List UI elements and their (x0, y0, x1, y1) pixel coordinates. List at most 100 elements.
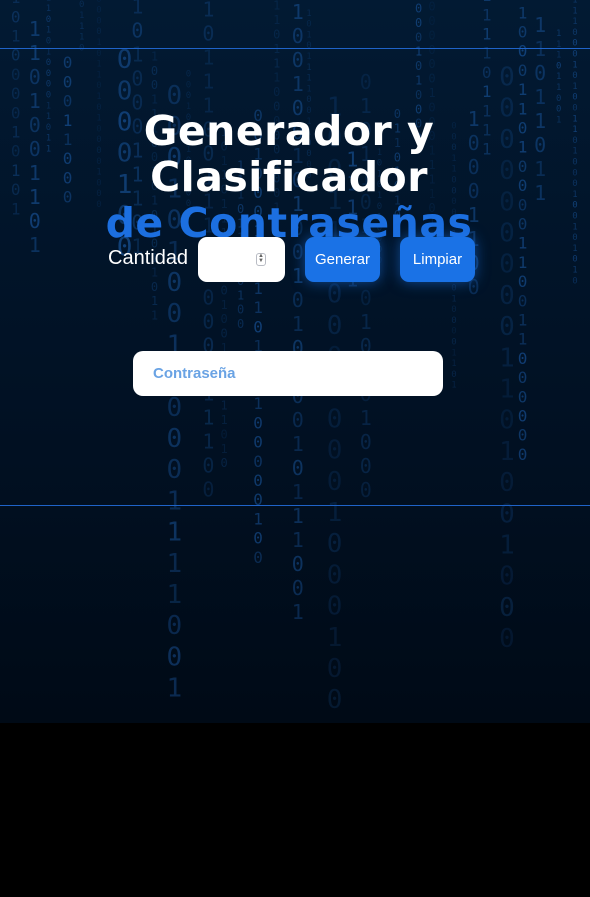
binary-digit: 0 (292, 552, 304, 576)
binary-digit: 1 (572, 6, 577, 16)
binary-digit: 1 (273, 13, 280, 27)
binary-digit: 1 (499, 531, 515, 561)
binary-digit: 1 (518, 311, 528, 330)
binary-digit: 0 (292, 456, 304, 480)
binary-digit: 0 (572, 93, 577, 103)
binary-digit: 1 (534, 13, 546, 37)
binary-digit: 0 (96, 81, 101, 91)
spinner-arrows-icon[interactable]: ▲ ▼ (256, 253, 266, 266)
binary-digit: 0 (518, 445, 528, 464)
binary-digit: 1 (572, 0, 577, 6)
binary-digit: 0 (499, 281, 515, 311)
binary-digit: 0 (499, 499, 515, 529)
binary-digit: 1 (29, 41, 41, 65)
binary-digit: 0 (117, 76, 133, 106)
binary-digit: 1 (292, 312, 304, 336)
binary-digit: 0 (518, 291, 528, 310)
binary-digit: 0 (428, 43, 435, 57)
binary-digit: 1 (292, 432, 304, 456)
binary-digit: 1 (202, 46, 214, 70)
binary-digit: 0 (186, 91, 191, 101)
binary-digit: 1 (499, 343, 515, 373)
binary-digit: 1 (151, 49, 158, 63)
binary-digit: 1 (167, 486, 183, 516)
binary-digit: 1 (79, 11, 84, 21)
binary-digit: 0 (131, 67, 143, 91)
binary-digit: 0 (428, 72, 435, 86)
binary-digit: 1 (451, 294, 456, 304)
binary-digit: 1 (292, 0, 304, 24)
binary-digit: 0 (167, 299, 183, 329)
binary-digit: 0 (11, 7, 21, 26)
binary-digit: 0 (415, 88, 422, 102)
binary-digit: 1 (292, 504, 304, 528)
binary-digit: 1 (151, 294, 158, 308)
binary-digit: 0 (11, 65, 21, 84)
binary-digit: 0 (518, 23, 528, 42)
binary-digit: 0 (46, 58, 51, 68)
binary-digit: 1 (518, 330, 528, 349)
binary-digit: 1 (253, 394, 263, 413)
binary-digit: 0 (237, 317, 244, 331)
page-title: Generador y Clasificador de Contraseñas (0, 108, 578, 246)
binary-digit: 0 (167, 424, 183, 454)
quantity-input[interactable]: ▲ ▼ (198, 237, 285, 282)
binary-digit: 0 (451, 305, 456, 315)
binary-digit: 0 (221, 312, 228, 326)
binary-digit: 0 (221, 283, 228, 297)
binary-digit: 1 (451, 359, 456, 369)
binary-digit: 0 (518, 42, 528, 61)
binary-digit: 0 (221, 427, 228, 441)
binary-digit: 1 (11, 27, 21, 46)
binary-digit: 0 (167, 455, 183, 485)
binary-digit: 0 (186, 70, 191, 80)
binary-digit: 0 (428, 57, 435, 71)
binary-digit: 0 (151, 78, 158, 92)
binary-digit: 0 (46, 15, 51, 25)
binary-digit: 1 (327, 623, 343, 653)
binary-digit: 1 (482, 82, 492, 101)
binary-digit: 1 (482, 5, 492, 24)
binary-digit: 1 (292, 72, 304, 96)
binary-digit: 0 (46, 91, 51, 101)
binary-digit: 0 (499, 312, 515, 342)
binary-digit: 0 (518, 407, 528, 426)
binary-digit: 0 (221, 327, 228, 341)
binary-digit: 1 (11, 0, 21, 7)
binary-digit: 1 (518, 80, 528, 99)
binary-digit: 0 (253, 433, 263, 452)
binary-digit: 0 (360, 430, 372, 454)
binary-digit: 1 (306, 63, 311, 73)
binary-digit: 0 (428, 0, 435, 14)
binary-digit: 1 (534, 85, 546, 109)
binary-digit: 0 (415, 30, 422, 44)
binary-digit: 0 (518, 61, 528, 80)
binary-digit: 0 (327, 529, 343, 559)
binary-digit: 0 (96, 49, 101, 59)
binary-digit: 0 (151, 64, 158, 78)
binary-digit: 0 (292, 48, 304, 72)
binary-digit: 0 (96, 16, 101, 26)
binary-digit: 1 (499, 375, 515, 405)
binary-digit: 1 (202, 430, 214, 454)
binary-digit: 0 (518, 387, 528, 406)
binary-digit: 1 (273, 56, 280, 70)
binary-digit: 0 (253, 548, 263, 567)
clear-button[interactable]: Limpiar (400, 237, 475, 282)
binary-digit: 0 (415, 59, 422, 73)
binary-digit: 0 (96, 0, 101, 5)
binary-digit: 0 (499, 562, 515, 592)
binary-digit: 1 (482, 44, 492, 63)
binary-digit: 0 (327, 560, 343, 590)
binary-digit: 0 (306, 41, 311, 51)
binary-digit: 0 (451, 316, 456, 326)
binary-digit: 0 (360, 70, 372, 94)
generate-button[interactable]: Generar (305, 237, 380, 282)
binary-digit: 0 (327, 404, 343, 434)
binary-digit: 1 (360, 310, 372, 334)
binary-digit: 0 (202, 454, 214, 478)
binary-digit: 1 (451, 381, 456, 391)
binary-digit: 0 (451, 327, 456, 337)
password-field[interactable]: Contraseña (133, 351, 443, 396)
binary-digit: 0 (451, 370, 456, 380)
